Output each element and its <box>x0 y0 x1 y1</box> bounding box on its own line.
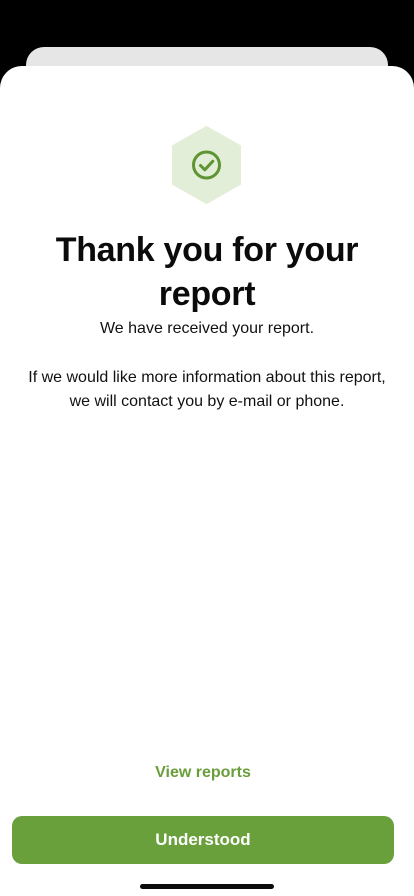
check-circle-icon <box>172 126 241 204</box>
view-reports-link[interactable]: View reports <box>0 764 406 782</box>
home-indicator[interactable] <box>140 884 274 889</box>
page-title: Thank you for your report <box>55 231 359 313</box>
understood-button[interactable]: Understood <box>12 816 394 864</box>
success-badge <box>171 126 242 204</box>
contact-info-message: If we would like more information about … <box>28 369 386 410</box>
received-message: We have received your report. <box>99 320 315 337</box>
